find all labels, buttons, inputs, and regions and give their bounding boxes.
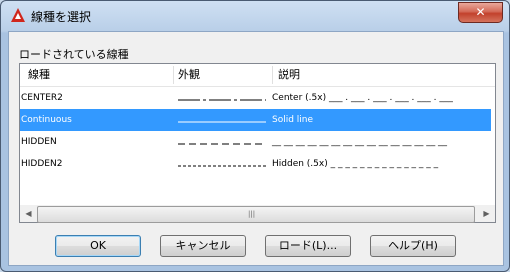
- linetype-sample-continuous: [178, 121, 266, 123]
- window-title: 線種を選択: [31, 10, 92, 24]
- scrollbar-thumb[interactable]: |||: [37, 206, 475, 223]
- list-header: 線種 外観 説明: [20, 64, 495, 87]
- column-header-appearance[interactable]: 外観: [178, 64, 200, 86]
- ok-button[interactable]: OK: [55, 235, 141, 257]
- select-linetype-dialog: 線種を選択 ✕ ロードされている線種 線種 外観 説明 CENTER2 Cent…: [0, 0, 510, 272]
- linetype-sample-hidden: [178, 143, 266, 145]
- horizontal-scrollbar[interactable]: ◀ ||| ▶: [20, 205, 495, 223]
- linetype-description: __ __ __ __ __ __ __ __ __ __ __ __ __ _…: [272, 137, 448, 147]
- close-icon: ✕: [475, 5, 486, 19]
- column-separator[interactable]: [272, 66, 273, 84]
- linetype-description: Solid line: [272, 115, 314, 125]
- column-header-linetype[interactable]: 線種: [28, 64, 50, 86]
- linetype-name: HIDDEN: [21, 137, 57, 147]
- linetype-name: HIDDEN2: [21, 159, 63, 169]
- linetype-name: Continuous: [21, 115, 72, 125]
- column-separator[interactable]: [173, 66, 174, 84]
- title-bar[interactable]: 線種を選択 ✕: [1, 1, 509, 31]
- linetype-description: Hidden (.5x) _ _ _ _ _ _ _ _ _ _ _ _ _ _…: [272, 159, 439, 169]
- list-row-continuous[interactable]: Continuous Solid line: [20, 109, 491, 131]
- linetype-sample-center: [178, 99, 266, 101]
- linetype-name: CENTER2: [21, 93, 63, 103]
- column-header-description[interactable]: 説明: [278, 64, 300, 86]
- arrow-left-icon[interactable]: ◀: [20, 205, 37, 222]
- arrow-right-icon[interactable]: ▶: [478, 205, 495, 222]
- list-row-center2[interactable]: CENTER2 Center (.5x) ___ . ___ . ___ . _…: [20, 87, 491, 109]
- load-button[interactable]: ロード(L)...: [265, 235, 351, 257]
- loaded-linetypes-label: ロードされている線種: [19, 48, 129, 61]
- linetype-description: Center (.5x) ___ . ___ . ___ . ___ . ___…: [272, 93, 453, 103]
- close-button[interactable]: ✕: [458, 2, 503, 23]
- cancel-button[interactable]: キャンセル: [160, 235, 246, 257]
- dialog-body: ロードされている線種 線種 外観 説明 CENTER2 Center (.5x)…: [8, 31, 504, 266]
- linetype-sample-hidden2: [178, 165, 266, 167]
- help-button[interactable]: ヘルプ(H): [370, 235, 456, 257]
- grip-icon: |||: [248, 210, 256, 218]
- autocad-icon: [11, 8, 25, 22]
- list-row-hidden2[interactable]: HIDDEN2 Hidden (.5x) _ _ _ _ _ _ _ _ _ _…: [20, 153, 491, 175]
- list-row-hidden[interactable]: HIDDEN __ __ __ __ __ __ __ __ __ __ __ …: [20, 131, 491, 153]
- linetype-list[interactable]: 線種 外観 説明 CENTER2 Center (.5x) ___ . ___ …: [19, 63, 496, 223]
